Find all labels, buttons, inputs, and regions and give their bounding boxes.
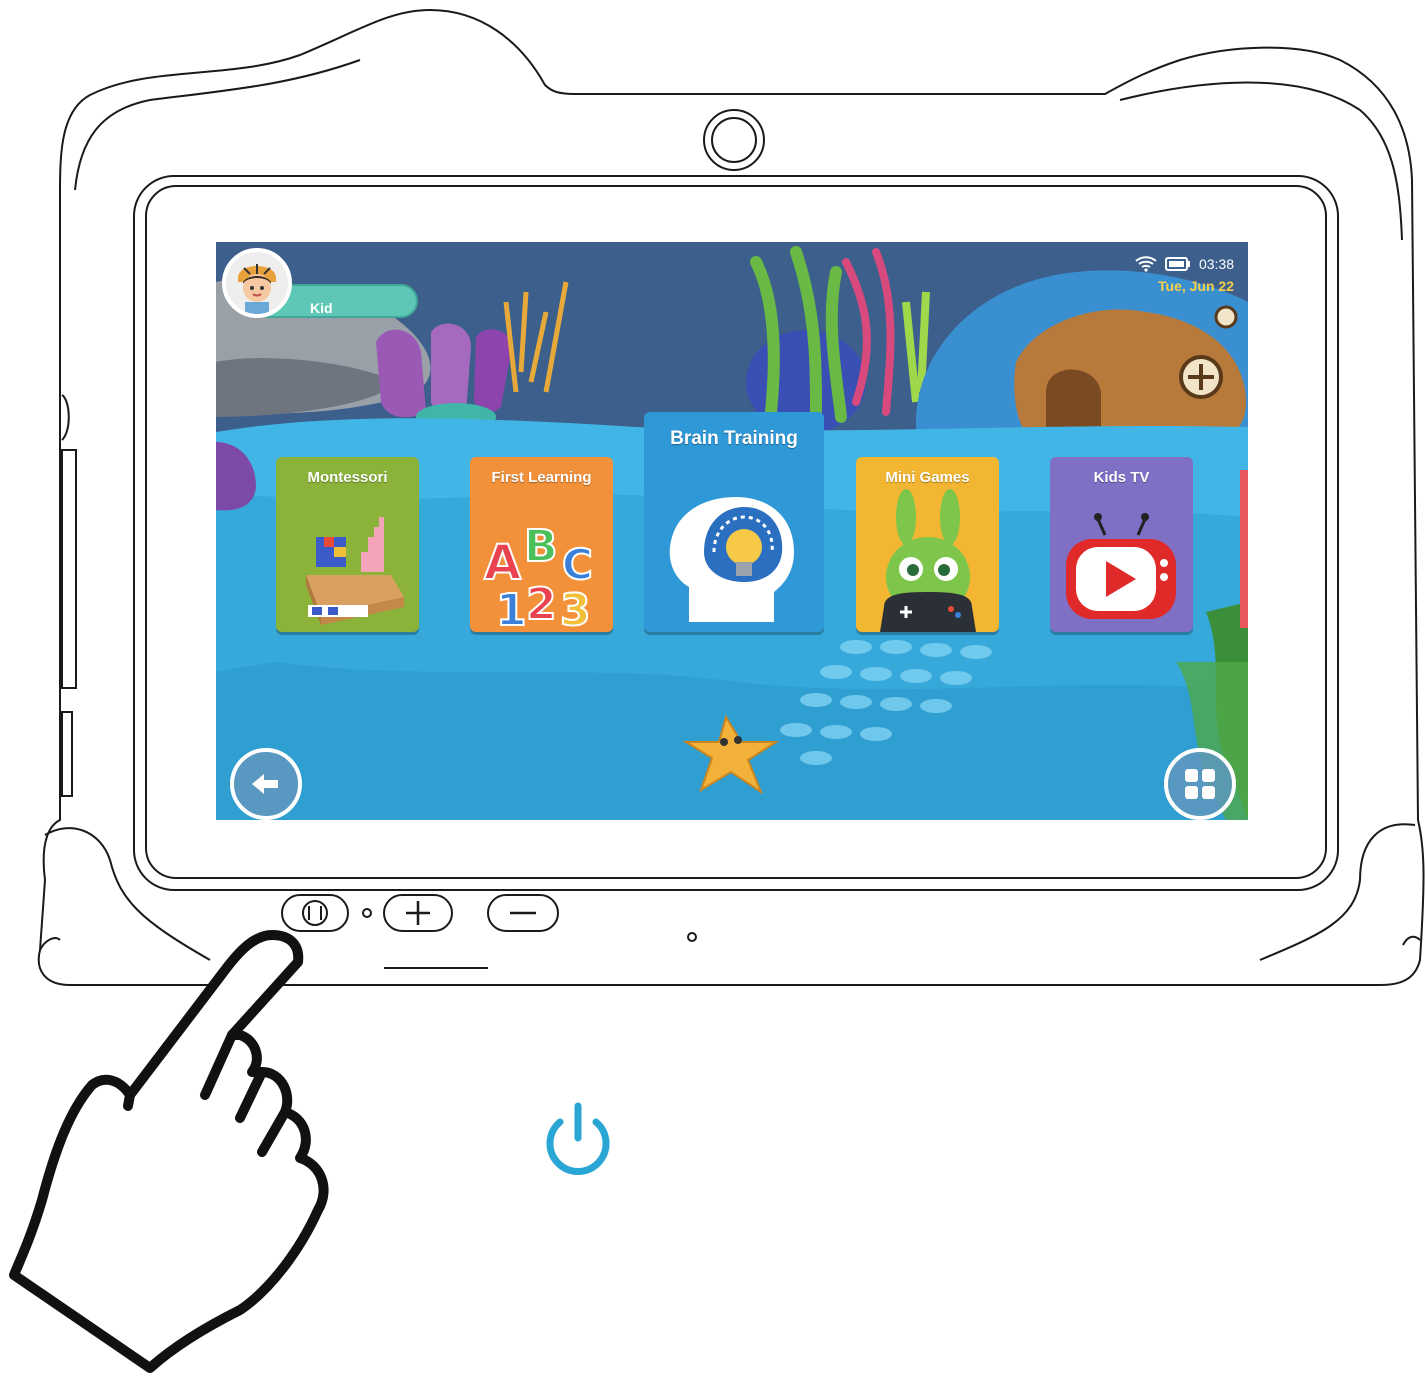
svg-text:3: 3 — [560, 585, 591, 632]
brain-lightbulb-icon — [669, 497, 794, 622]
wifi-icon — [1135, 256, 1157, 272]
svg-text:B: B — [524, 521, 558, 572]
back-button[interactable] — [230, 748, 302, 820]
blocks-icon — [306, 517, 404, 625]
svg-text:C: C — [562, 540, 593, 589]
profile-name: Kid — [310, 300, 333, 316]
status-date: Tue, Jun 22 — [1158, 278, 1234, 294]
avatar[interactable] — [222, 248, 292, 318]
svg-text:1: 1 — [496, 585, 527, 632]
status-time: 03:38 — [1198, 256, 1234, 272]
bunny-gamepad-icon — [880, 489, 976, 632]
category-card-kids-tv[interactable]: Kids TV — [1050, 457, 1193, 632]
back-arrow-icon — [252, 774, 278, 794]
child-profile[interactable]: Kid — [222, 248, 418, 320]
kid-avatar-icon — [226, 252, 288, 314]
grid-icon — [1185, 769, 1215, 799]
abc-123-icon: A B C 1 2 3 — [483, 520, 594, 632]
status-bar: 03:38 Tue, Jun 22 — [1135, 256, 1234, 294]
svg-text:2: 2 — [526, 579, 557, 630]
tv-play-icon — [1066, 513, 1176, 619]
category-card-brain-training[interactable]: Brain Training — [644, 412, 824, 632]
category-card-mini-games[interactable]: Mini Games — [856, 457, 999, 632]
svg-text:A: A — [484, 535, 521, 591]
apps-grid-button[interactable] — [1164, 748, 1236, 820]
category-card-first-learning[interactable]: First Learning A B C 1 2 3 — [470, 457, 613, 632]
battery-icon — [1164, 257, 1190, 271]
category-card-montessori[interactable]: Montessori — [276, 457, 419, 632]
power-icon — [546, 1102, 610, 1175]
tablet-screen: Kid 03:38 Tue, Jun 22 Montessori First L… — [216, 242, 1248, 820]
